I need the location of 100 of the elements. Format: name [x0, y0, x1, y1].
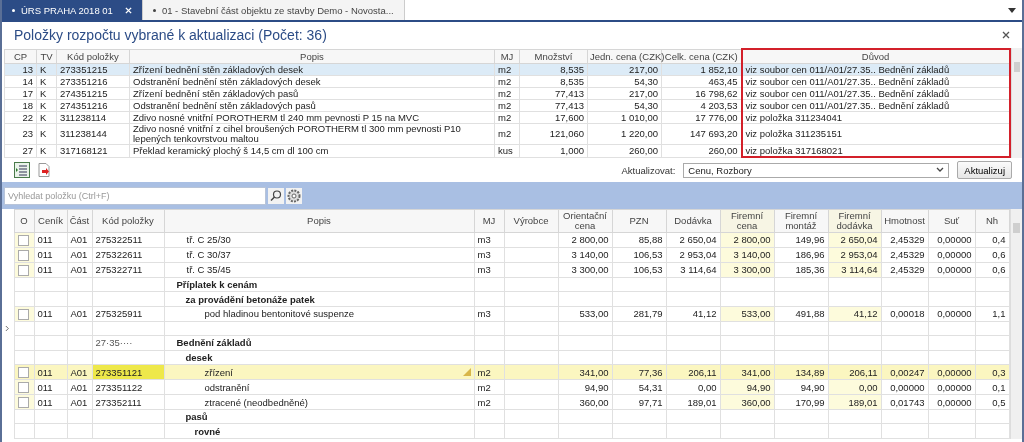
table-cell: 77,413: [519, 87, 588, 100]
column-header[interactable]: Výrobce: [504, 209, 558, 233]
table-cell: 0,00000: [928, 262, 975, 278]
table-cell: 274351215: [56, 87, 130, 100]
column-header[interactable]: Kód položky: [92, 209, 164, 233]
update-dropdown[interactable]: Cenu, Rozbory: [683, 162, 950, 178]
checkbox[interactable]: [17, 308, 29, 320]
table-cell: 3 300,00: [558, 262, 612, 278]
table-cell: 18: [4, 99, 37, 112]
table-cell: 317168121: [56, 144, 130, 157]
table-cell: Překlad keramický plochý š 14,5 cm dl 100 cm: [129, 144, 495, 157]
table-cell: m2: [494, 75, 520, 88]
column-header[interactable]: MJ: [494, 49, 520, 64]
settings-icon[interactable]: [286, 187, 302, 204]
table-cell: 23: [4, 123, 37, 145]
column-header[interactable]: Firemní dodávka: [828, 209, 881, 233]
column-header[interactable]: Nh: [975, 209, 1009, 233]
table-cell: 94,90: [558, 379, 612, 395]
update-button[interactable]: Aktualizuj: [957, 161, 1012, 179]
table-row[interactable]: 17 K 274351215 Zřízení bednění stěn základových pasů m2 77,413 217,00 16 798,62 viz soubor cen 011/A01/27.35.. Bednění základů: [4, 87, 1010, 100]
chevron-down-icon[interactable]: [936, 167, 945, 173]
column-header[interactable]: Popis: [129, 49, 495, 64]
column-header[interactable]: O: [14, 209, 34, 233]
table-cell: 54,30: [587, 75, 662, 88]
checkbox[interactable]: [17, 397, 29, 408]
table-cell: 2 953,04: [666, 247, 720, 263]
column-header[interactable]: MJ: [474, 209, 504, 233]
column-header[interactable]: PZN: [612, 209, 666, 233]
table-row[interactable]: 011 A01 273352111 ztracené (neodbedněné) m2 360,00 97,71 189,01 360,00 170,99 189,01 0,01743 0,00000 0,5: [2, 394, 1009, 410]
table-row[interactable]: 18 K 274351216 Odstranění bednění stěn základových pasů m2 77,413 54,30 4 203,53 viz soubor cen 011/A01/27.35.. Bednění základů: [4, 99, 1010, 112]
table-cell: 0,6: [975, 262, 1009, 278]
table-cell: m2: [474, 394, 504, 410]
tab[interactable]: 01 - Stavební část objektu ze stavby Demo - Novosta...: [142, 0, 405, 20]
dropdown-arrow-icon[interactable]: [1008, 7, 1016, 13]
table-row[interactable]: 13 K 273351215 Zřízení bednění stěn základových desek m2 8,535 217,00 1 852,10 viz soubor cen 011/A01/27.35.. Bednění základů: [4, 63, 1010, 76]
table-cell: 0,00000: [928, 306, 975, 322]
table-cell: viz soubor cen 011/A01/27.35.. Bednění základů: [741, 99, 1010, 112]
checkbox[interactable]: [17, 367, 29, 379]
column-header[interactable]: Množství: [519, 49, 588, 64]
tab[interactable]: ÚRS PRAHA 2018 01: [2, 0, 143, 20]
table-cell: A01: [67, 262, 92, 278]
table-cell: 2,45329: [881, 232, 928, 248]
table-cell: 0,00000: [928, 394, 975, 410]
table-cell: A01: [67, 232, 92, 248]
table-row[interactable]: 14 K 273351216 Odstranění bednění stěn základových desek m2 8,535 54,30 463,45 viz soubor cen 011/A01/27.35.. Bednění základů: [4, 75, 1010, 88]
document-arrow-icon[interactable]: [38, 163, 50, 177]
column-header[interactable]: Kód položky: [56, 49, 130, 64]
table-cell: 0,00000: [928, 379, 975, 395]
table-cell: viz položka 317168021: [741, 144, 1010, 157]
table-row[interactable]: 27 K 317168121 Překlad keramický plochý š 14,5 cm dl 100 cm kus 1,000 260,00 260,00 viz položka 317168021: [4, 144, 1010, 157]
column-header[interactable]: Část: [67, 209, 92, 233]
column-header[interactable]: Firemní montáž: [774, 209, 828, 233]
column-header[interactable]: Ceník: [34, 209, 67, 233]
update-label: Aktualizovat:: [621, 164, 676, 176]
column-header[interactable]: Popis: [164, 209, 474, 233]
table-cell: 011: [34, 306, 67, 322]
table-row[interactable]: 22 K 311238114 Zdivo nosné vnitřní POROTHERM tl 240 mm pevnosti P 15 na MVC m2 17,600 1 010,00 17 776,00 viz položka 311234041: [4, 111, 1010, 124]
table-cell: odstranění: [164, 379, 474, 395]
table-row[interactable]: 011 A01 275322511 tř. C 25/30 m3 2 800,00 85,88 2 650,04 2 800,00 149,96 2 650,04 2,45329 0,00000 0,4: [2, 232, 1009, 248]
table-row[interactable]: 011 A01 273351121 zřízení m2 341,00 77,36 206,11 341,00 134,89 206,11 0,00247 0,00000 0,3: [2, 364, 1009, 380]
table-row[interactable]: 23 K 311238144 Zdivo nosné vnitřní z cihel broušených POROTHERM tl 300 mm pevnosti P10 lepených tenkovrstvou maltou m2 121,060 1 220,00 147 693,20 viz položka 311235151: [4, 123, 1010, 145]
table-cell: 275322711: [92, 262, 164, 278]
checkbox[interactable]: [17, 382, 29, 393]
close-icon[interactable]: [1002, 31, 1010, 39]
table-row[interactable]: 011 A01 273351122 odstranění m2 94,90 54,31 0,00 94,90 94,90 0,00 0,00000 0,00000 0,1: [2, 379, 1009, 395]
table-cell: m2: [494, 99, 520, 112]
table-cell: 0,1: [975, 379, 1009, 395]
table-row[interactable]: 011 A01 275322611 tř. C 30/37 m3 3 140,00 106,53 2 953,04 3 140,00 186,96 2 953,04 2,45329 0,00000 0,6: [2, 247, 1009, 263]
table-cell: 2,45329: [881, 247, 928, 263]
column-header[interactable]: Orientační cena: [558, 209, 612, 233]
checkbox[interactable]: [17, 264, 29, 276]
table-row[interactable]: 011 A01 275322711 tř. C 35/45 m3 3 300,00 106,53 3 114,64 3 300,00 185,36 3 114,64 2,45329 0,00000 0,6: [2, 262, 1009, 278]
table-cell: 275322611: [92, 247, 164, 263]
column-header[interactable]: CP: [4, 49, 37, 64]
table-cell: 54,31: [612, 379, 666, 395]
checkbox[interactable]: [17, 249, 29, 261]
column-header[interactable]: Firemní cena: [720, 209, 774, 233]
search-icon[interactable]: [268, 187, 284, 204]
column-header[interactable]: Jedn. cena (CZK): [587, 49, 662, 64]
table-cell: 275325911: [92, 306, 164, 322]
group-label: Bednění základů: [176, 337, 252, 349]
table-cell: 0,00000: [928, 247, 975, 263]
checkbox[interactable]: [17, 235, 29, 246]
table-cell: 281,79: [612, 306, 666, 322]
table-cell: 273351122: [92, 379, 164, 395]
table-cell: A01: [67, 379, 92, 395]
table-cell: A01: [67, 306, 92, 322]
table-cell: Zdivo nosné vnitřní z cihel broušených POROTHERM tl 300 mm pevnosti P10 lepených tenkovrstvou maltou: [129, 123, 495, 145]
table-cell: 0,00: [666, 379, 720, 395]
search-field[interactable]: Vyhledat položku (Ctrl+F): [4, 186, 266, 205]
table-cell: viz soubor cen 011/A01/27.35.. Bednění základů: [741, 75, 1010, 88]
column-header[interactable]: Důvod: [741, 49, 1010, 64]
table-row[interactable]: 011 A01 275325911 pod hladinou bentonitové suspenze m3 533,00 281,79 41,12 533,00 491,88 41,12 0,00018 0,00000 1,1: [2, 306, 1009, 322]
column-header[interactable]: TV: [36, 49, 57, 64]
column-header[interactable]: Dodávka: [666, 209, 720, 233]
table-cell: 8,535: [519, 75, 588, 88]
column-header[interactable]: Hmotnost: [881, 209, 928, 233]
column-header[interactable]: Suť: [928, 209, 975, 233]
table-cell: m3: [474, 232, 504, 248]
list-icon[interactable]: [14, 162, 30, 178]
